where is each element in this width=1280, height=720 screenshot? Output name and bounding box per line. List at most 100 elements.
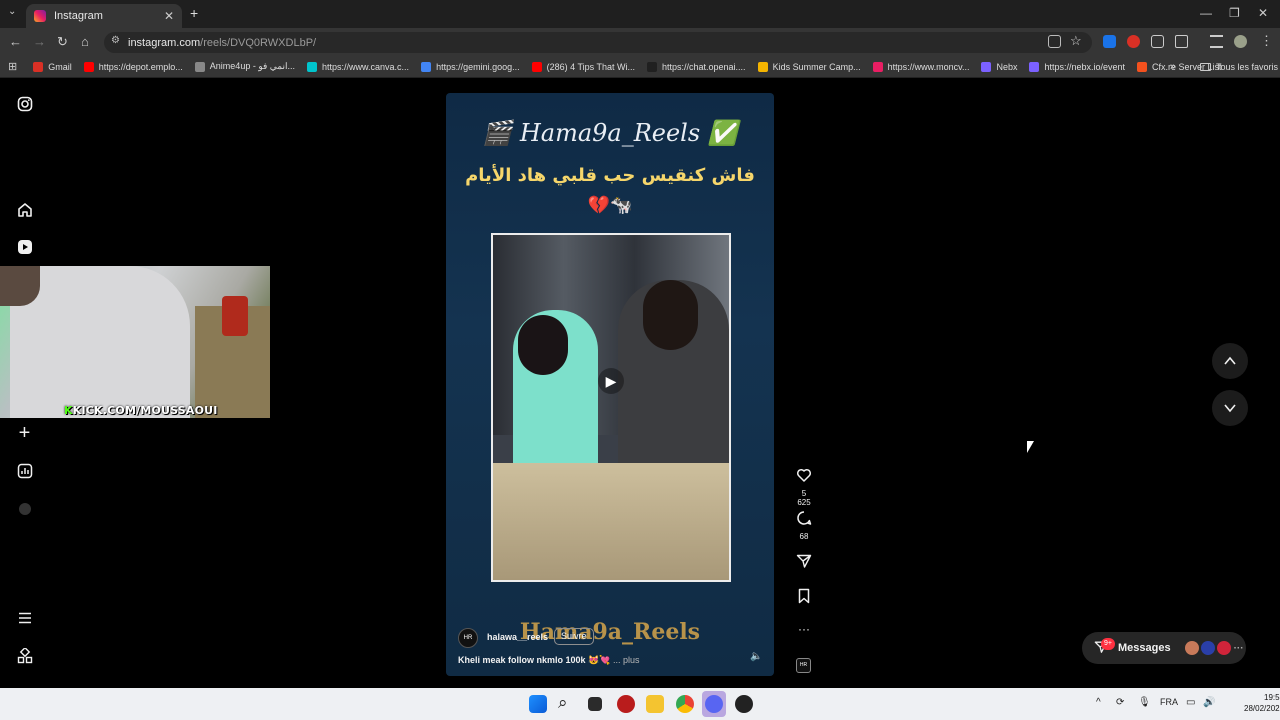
previous-reel-button[interactable] <box>1212 343 1248 379</box>
extension-grid-icon[interactable] <box>1151 35 1164 48</box>
dashboard-nav-icon[interactable] <box>16 463 33 480</box>
tab-close-icon[interactable]: ✕ <box>164 9 174 23</box>
minimize-icon[interactable]: — <box>1200 6 1212 20</box>
more-options-icon[interactable]: ··· <box>794 622 814 636</box>
bookmarks-bar: ⊞ Gmail https://depot.emplo... Anime4up - … <box>0 56 1280 78</box>
bookmark-favicon-icon <box>194 61 205 72</box>
bookmark-item[interactable]: https://nebx.io/event <box>1029 61 1125 72</box>
bookmark-item[interactable]: Anime4up - انمي فو... <box>194 61 296 72</box>
discord-icon[interactable] <box>705 695 723 713</box>
back-icon[interactable]: ← <box>9 34 22 49</box>
comment-count: 68 <box>799 532 809 541</box>
tab-search-icon[interactable]: ⌄ <box>8 6 16 17</box>
comment-icon[interactable] <box>794 510 814 530</box>
profile-avatar-icon[interactable] <box>1234 35 1247 48</box>
create-nav-icon[interactable]: + <box>16 423 33 443</box>
url-path: /reels/DVQ0RWXDLbP/ <box>200 36 317 49</box>
extensions-puzzle-icon[interactable] <box>1175 35 1188 48</box>
bookmark-item[interactable]: https://chat.openai.... <box>647 61 746 72</box>
language-indicator[interactable]: FRA <box>1160 697 1178 707</box>
messages-label: Messages <box>1118 642 1171 654</box>
network-icon[interactable]: ▭ <box>1186 697 1195 708</box>
bookmark-item[interactable]: (286) 4 Tips That Wi... <box>531 61 635 72</box>
volume-icon[interactable]: 🔈 <box>750 651 762 662</box>
home-nav-icon[interactable] <box>16 202 33 219</box>
follow-button[interactable]: Suivre <box>554 628 594 645</box>
new-tab-button[interactable]: + <box>190 5 198 21</box>
restore-icon[interactable]: ❐ <box>1229 6 1240 20</box>
reel-video-container[interactable]: 🎬 Hama9a_Reels ✅ فاش كنقيس حب قلبي هاد ا… <box>446 93 774 676</box>
chrome-icon[interactable] <box>676 695 694 713</box>
system-clock[interactable]: 19:51 28/02/2026 <box>1244 692 1280 714</box>
bookmark-item[interactable]: Gmail <box>33 61 72 72</box>
volume-tray-icon[interactable]: 🔊 <box>1203 697 1215 708</box>
bookmark-item[interactable]: Nebx <box>981 61 1017 72</box>
audio-thumbnail[interactable]: HR <box>796 658 811 673</box>
tray-overflow-icon[interactable]: ^ <box>1096 697 1101 708</box>
also-from-meta-icon[interactable] <box>16 646 33 665</box>
heart-icon[interactable] <box>794 467 814 487</box>
instagram-favicon-icon <box>34 10 46 22</box>
app-red-icon[interactable] <box>617 695 635 713</box>
next-reel-button[interactable] <box>1212 390 1248 426</box>
bookmark-label: Nebx <box>996 61 1018 72</box>
file-explorer-icon[interactable] <box>646 695 664 713</box>
conversation-avatar <box>1216 641 1231 655</box>
share-icon[interactable] <box>794 553 814 573</box>
reel-emoji-line: 💔🐄 <box>587 195 633 215</box>
folder-icon <box>1200 62 1211 71</box>
reel-caption: Kheli meak follow nkmlo 100k 😻💘 ... plus <box>458 655 640 666</box>
bookmark-label: Kids Summer Camp... <box>772 61 861 72</box>
profile-nav-icon[interactable] <box>16 501 33 518</box>
tab-title: Instagram <box>54 10 103 22</box>
home-icon[interactable]: ⌂ <box>81 34 89 49</box>
browser-menu-icon[interactable]: ⋮ <box>1260 33 1273 49</box>
bookmark-item[interactable]: https://depot.emplo... <box>83 61 183 72</box>
all-bookmarks-folder[interactable]: Tous les favoris <box>1200 62 1278 72</box>
search-icon[interactable]: ⌕ <box>558 693 576 712</box>
browser-tab-bar: ⌄ Instagram ✕ + — ❐ ✕ <box>0 0 1280 28</box>
reels-nav-icon[interactable] <box>16 239 33 256</box>
instagram-logo-icon[interactable] <box>16 96 33 113</box>
share-action[interactable] <box>794 553 814 573</box>
media-control-icon[interactable] <box>1210 35 1223 48</box>
site-info-icon[interactable]: ⚙ <box>111 35 120 46</box>
save-action[interactable] <box>794 588 814 608</box>
bookmark-item[interactable]: https://gemini.goog... <box>421 61 520 72</box>
bookmark-label: https://nebx.io/event <box>1044 61 1126 72</box>
apps-grid-icon[interactable]: ⊞ <box>8 60 17 73</box>
window-close-icon[interactable]: ✕ <box>1258 6 1268 20</box>
more-menu-icon[interactable] <box>16 610 33 627</box>
play-icon[interactable]: ▶ <box>598 368 624 394</box>
like-action[interactable]: 5 625 <box>794 467 814 507</box>
comment-action[interactable]: 68 <box>794 510 814 541</box>
bookmarks-overflow-icon[interactable]: » <box>1170 61 1176 72</box>
reel-video-frame[interactable]: ▶ <box>491 233 731 582</box>
reload-icon[interactable]: ↻ <box>57 34 68 50</box>
author-username[interactable]: halawa__reels <box>487 632 548 642</box>
cast-icon[interactable] <box>1048 35 1061 48</box>
bookmark-icon[interactable] <box>794 588 814 608</box>
caption-more-link[interactable]: ... plus <box>613 655 640 665</box>
microphone-icon[interactable]: 🎙 <box>1138 697 1151 708</box>
bookmark-item[interactable]: https://www.moncv... <box>872 61 970 72</box>
reel-arabic-caption: فاش كنقيس حب قلبي هاد الأيام <box>465 165 755 186</box>
bookmark-star-icon[interactable]: ☆ <box>1070 33 1082 49</box>
extension-record-icon[interactable] <box>1127 35 1140 48</box>
bookmark-label: Gmail <box>48 61 72 72</box>
tab-instagram[interactable]: Instagram ✕ <box>26 4 182 28</box>
extension-translate-icon[interactable] <box>1103 35 1116 48</box>
steam-icon[interactable] <box>735 695 753 713</box>
bookmark-label: Anime4up - انمي فو... <box>209 61 296 71</box>
address-bar[interactable]: ⚙ instagram.com/reels/DVQ0RWXDLbP/ <box>104 32 1092 53</box>
bookmark-favicon-icon <box>307 61 318 72</box>
forward-icon[interactable]: → <box>33 34 46 49</box>
windows-start-icon[interactable] <box>529 695 547 713</box>
video-person-left-hair <box>518 315 568 375</box>
bookmark-item[interactable]: https://www.canva.c... <box>307 61 409 72</box>
task-view-icon[interactable] <box>588 697 602 711</box>
bookmark-item[interactable]: Kids Summer Camp... <box>757 61 861 72</box>
sync-icon[interactable]: ⟳ <box>1116 697 1124 708</box>
bookmark-label: https://www.moncv... <box>887 61 970 72</box>
author-avatar[interactable]: HR <box>458 628 478 648</box>
